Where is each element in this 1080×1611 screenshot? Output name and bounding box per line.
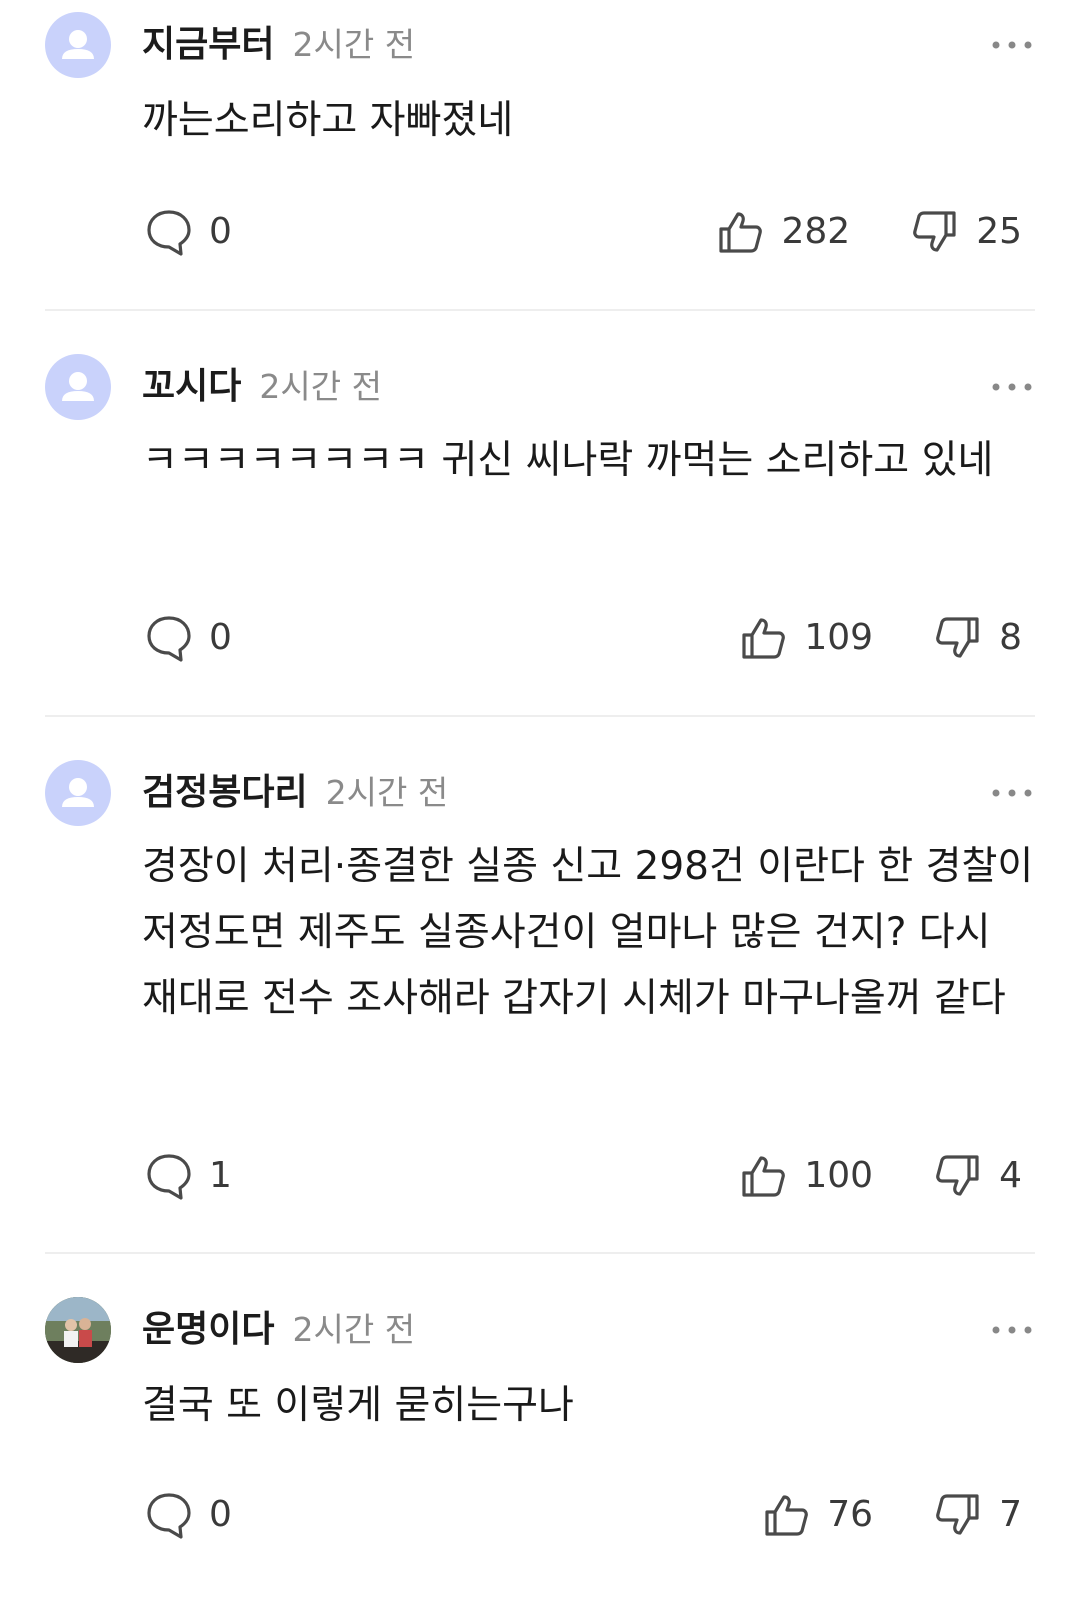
comment-text: 결국 또 이렇게 묻히는구나 — [142, 1383, 574, 1428]
comment-time: 2시간 전 — [259, 367, 382, 406]
speech-bubble-icon — [147, 1154, 191, 1200]
more-options-icon[interactable] — [990, 783, 1034, 803]
vote-group: 100 4 — [740, 1146, 1022, 1206]
like-count: 109 — [804, 617, 874, 658]
more-options-icon[interactable] — [990, 377, 1034, 397]
comment-time: 2시간 전 — [292, 25, 416, 64]
speech-bubble-icon — [147, 1493, 191, 1539]
author-name[interactable]: 지금부터 — [142, 24, 274, 65]
dislike-button[interactable]: 8 — [935, 608, 1022, 668]
speech-bubble-icon — [147, 210, 191, 256]
comment-actions: 0 76 7 — [0, 1485, 1080, 1545]
comment-time: 2시간 전 — [292, 1310, 416, 1349]
dislike-button[interactable]: 4 — [935, 1146, 1022, 1206]
author-name[interactable]: 검정봉다리 — [142, 772, 308, 813]
dislike-count: 8 — [999, 617, 1022, 658]
comment-author[interactable]: 지금부터 2시간 전 — [142, 25, 415, 65]
thumbs-up-icon — [765, 1495, 809, 1536]
dislike-count: 7 — [999, 1494, 1022, 1535]
comment-actions: 0 109 8 — [0, 608, 1080, 668]
divider — [45, 715, 1035, 717]
dislike-button[interactable]: 7 — [935, 1485, 1022, 1545]
thumbs-up-icon — [742, 618, 786, 659]
comment-author[interactable]: 운명이다 2시간 전 — [142, 1310, 415, 1350]
thumbs-up-icon — [719, 212, 763, 253]
comment-author[interactable]: 검정봉다리 2시간 전 — [142, 773, 448, 813]
divider — [45, 309, 1035, 311]
vote-group: 109 8 — [740, 608, 1022, 668]
thumbs-down-icon — [936, 617, 979, 658]
reply-button[interactable]: 0 — [145, 1485, 232, 1545]
dislike-count: 4 — [999, 1155, 1022, 1196]
default-user-icon — [62, 30, 94, 59]
reply-count: 1 — [209, 1155, 232, 1196]
reply-count: 0 — [209, 211, 232, 252]
default-user-icon — [62, 372, 94, 401]
like-count: 76 — [827, 1494, 874, 1535]
dislike-button[interactable]: 25 — [912, 202, 1022, 262]
comment-text: 경장이 처리·종결한 실종 신고 298건 이란다 한 경찰이 저정도면 제주도… — [142, 844, 1034, 1021]
like-count: 100 — [804, 1155, 874, 1196]
reply-count: 0 — [209, 617, 232, 658]
thumbs-down-icon — [936, 1155, 979, 1196]
thumbs-down-icon — [936, 1494, 979, 1535]
like-button[interactable]: 100 — [740, 1146, 873, 1206]
speech-bubble-icon — [147, 616, 191, 662]
comment-time: 2시간 전 — [325, 773, 449, 812]
avatar[interactable] — [45, 1297, 111, 1363]
reply-count: 0 — [209, 1494, 232, 1535]
dislike-count: 25 — [976, 211, 1022, 252]
thumbs-up-icon — [742, 1156, 786, 1197]
reply-button[interactable]: 0 — [145, 202, 232, 262]
more-options-icon[interactable] — [990, 35, 1034, 55]
like-button[interactable]: 76 — [763, 1485, 873, 1545]
comment-text: ㅋㅋㅋㅋㅋㅋㅋㅋ 귀신 씨나락 까먹는 소리하고 있네 — [142, 438, 994, 483]
like-button[interactable]: 109 — [740, 608, 873, 668]
comment-author[interactable]: 꼬시다 2시간 전 — [142, 367, 382, 407]
photo-avatar — [45, 1297, 111, 1363]
divider — [45, 1252, 1035, 1254]
like-button[interactable]: 282 — [717, 202, 850, 262]
comment-actions: 1 100 4 — [0, 1146, 1080, 1206]
vote-group: 76 7 — [763, 1485, 1022, 1545]
like-count: 282 — [781, 211, 851, 252]
avatar[interactable] — [45, 760, 111, 826]
reply-button[interactable]: 0 — [145, 608, 232, 668]
avatar[interactable] — [45, 354, 111, 420]
author-name[interactable]: 꼬시다 — [142, 366, 241, 407]
more-options-icon[interactable] — [990, 1320, 1034, 1340]
default-user-icon — [62, 778, 94, 807]
vote-group: 282 25 — [717, 202, 1022, 262]
avatar[interactable] — [45, 12, 111, 78]
reply-button[interactable]: 1 — [145, 1146, 232, 1206]
comment-actions: 0 282 25 — [0, 202, 1080, 262]
thumbs-down-icon — [913, 211, 956, 252]
comment-text: 까는소리하고 자빠졌네 — [142, 98, 514, 143]
author-name[interactable]: 운명이다 — [142, 1309, 274, 1350]
